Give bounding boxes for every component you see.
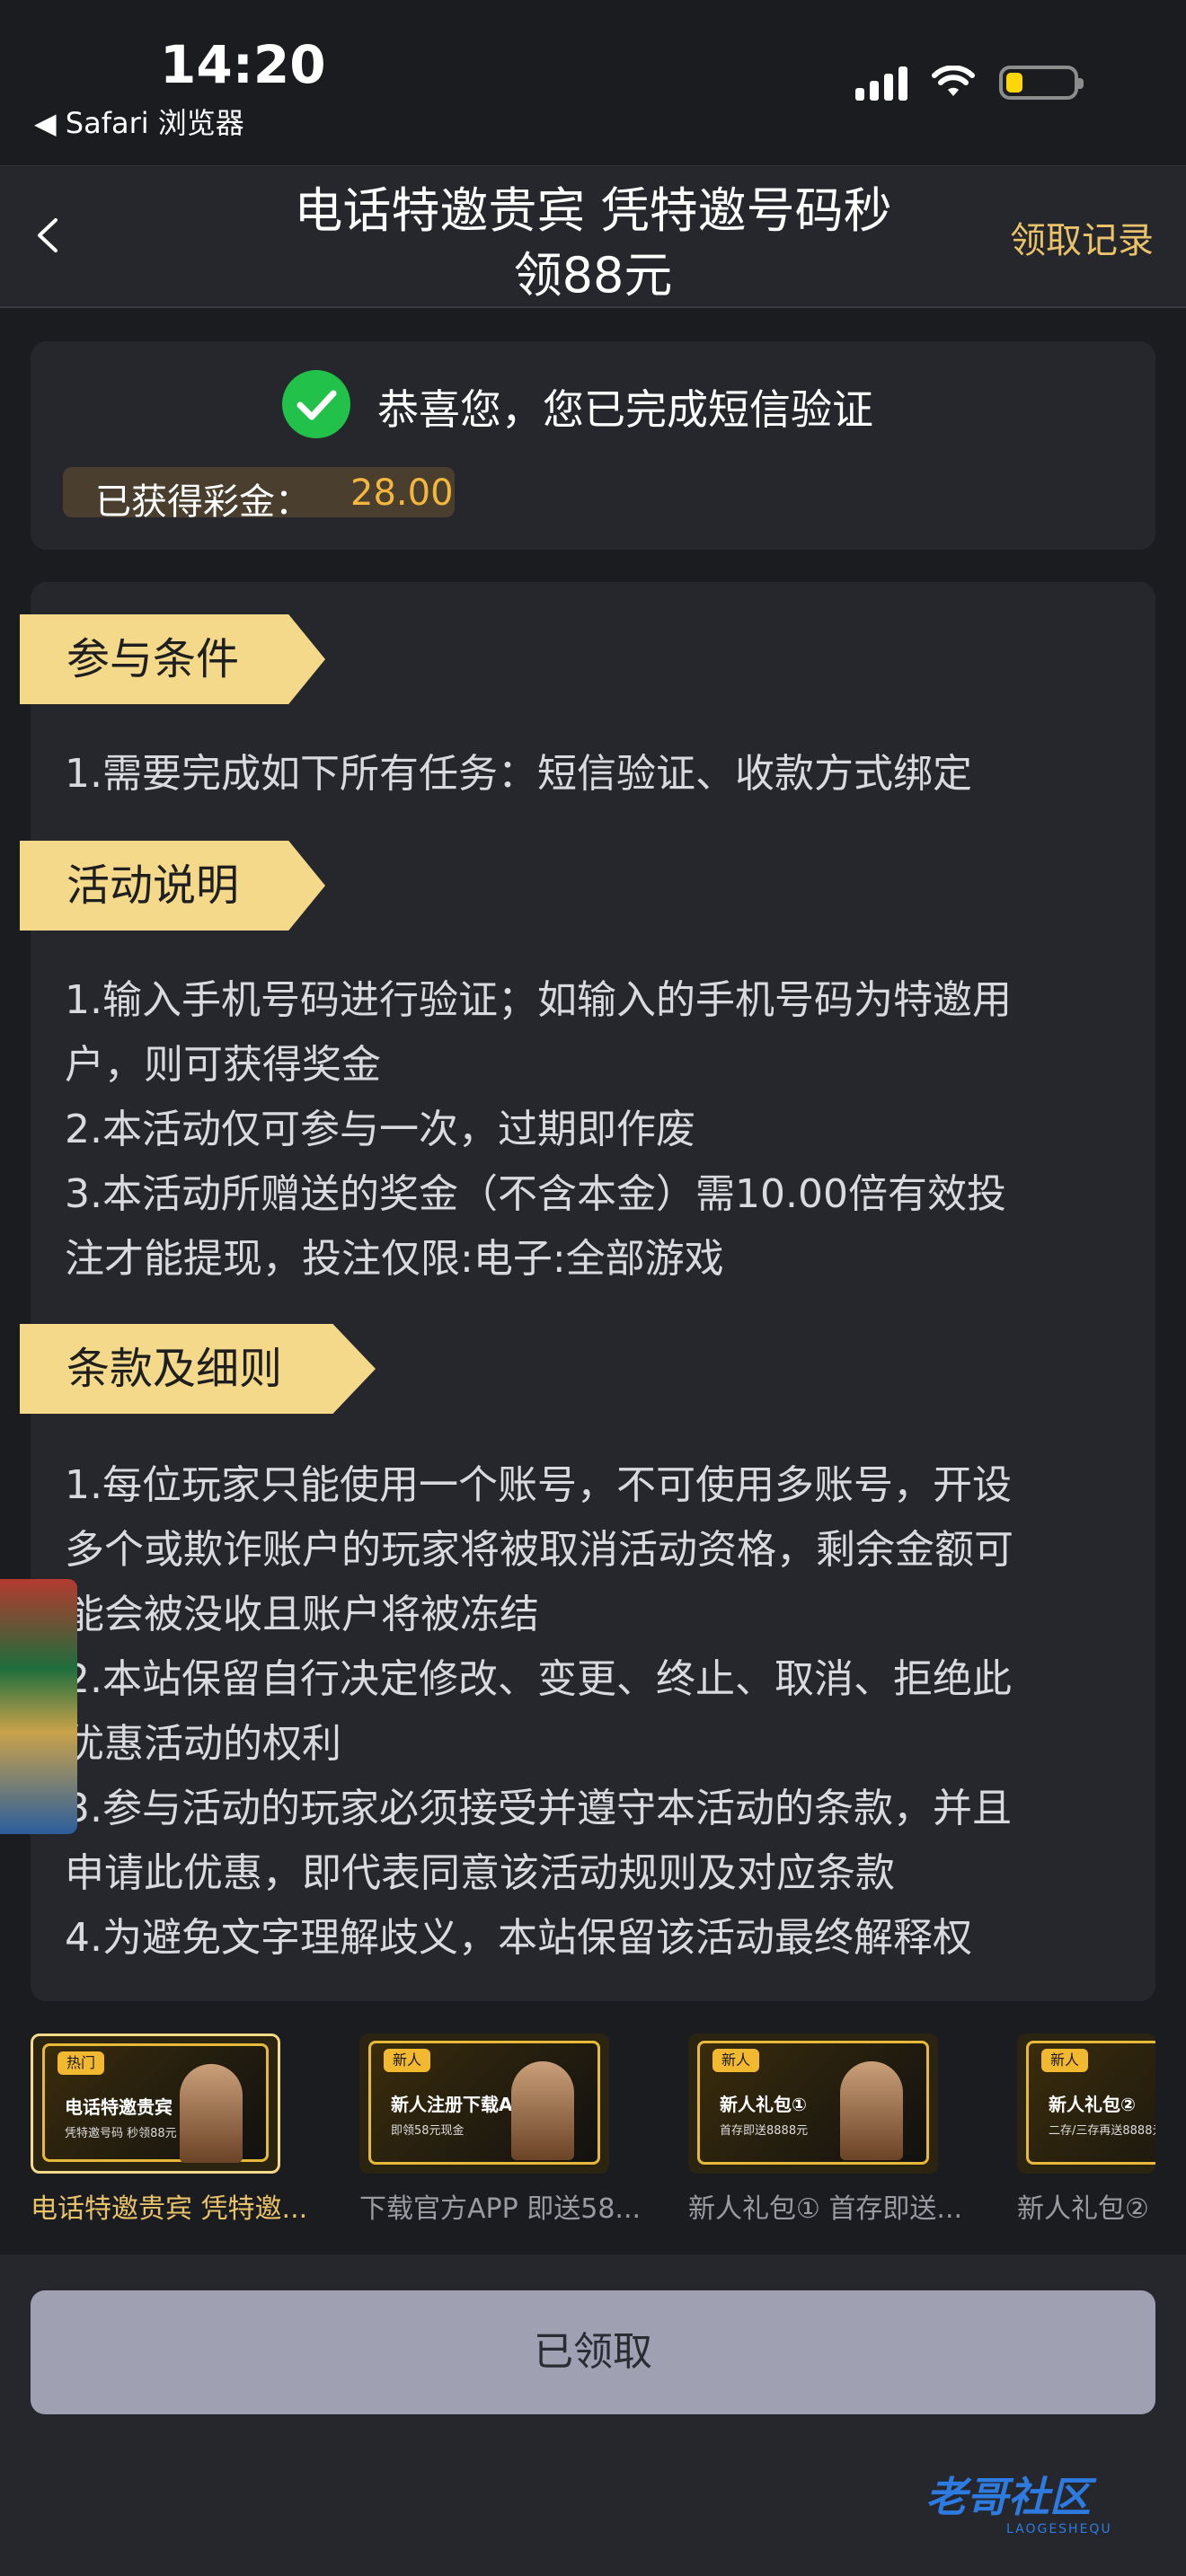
promo-card[interactable]: 新人 新人礼包① 首存即送8888元	[688, 2033, 938, 2174]
bonus-amount: 28.00	[350, 472, 454, 514]
nav-header: 电话特邀贵宾 凭特邀号码秒 领88元 领取记录	[0, 165, 1186, 308]
promo-caption[interactable]: 电话特邀贵宾 凭特邀...	[31, 2186, 327, 2226]
watermark-logo: 老哥社区	[925, 2473, 1091, 2521]
success-message: 恭喜您，您已完成短信验证	[377, 385, 873, 434]
promo-figure-image	[180, 2064, 243, 2163]
back-to-safari-link[interactable]: ◀ Safari 浏览器	[34, 101, 244, 142]
verification-success-card: 恭喜您，您已完成短信验证 已获得彩金： 28.00	[31, 341, 1155, 550]
floating-ad-image[interactable]	[0, 1579, 77, 1834]
claim-records-link[interactable]: 领取记录	[1010, 211, 1154, 263]
section-tag-description: 活动说明	[20, 841, 325, 931]
battery-icon	[999, 66, 1084, 100]
description-text: 1.输入手机号码进行验证；如输入的手机号码为特邀用 户，则可获得奖金 2.本活动…	[65, 977, 1012, 1282]
promo-card[interactable]: 热门 电话特邀贵宾 凭特邀号码 秒领88元	[31, 2033, 280, 2174]
promo-figure-image	[511, 2061, 574, 2160]
status-icons	[855, 65, 1084, 101]
promo-caption[interactable]: 新人礼包②	[1017, 2186, 1155, 2226]
bonus-badge: 已获得彩金： 28.00	[63, 467, 455, 523]
signal-icon	[855, 65, 907, 101]
check-icon	[282, 370, 350, 438]
bonus-label: 已获得彩金：	[95, 481, 311, 523]
terms-text: 1.每位玩家只能使用一个账号，不可使用多账号，开设 多个或欺诈账户的玩家将被取消…	[65, 1462, 1013, 1961]
promo-caption[interactable]: 下载官方APP 即送58...	[359, 2186, 656, 2226]
promo-caption[interactable]: 新人礼包① 首存即送...	[688, 2186, 985, 2226]
section-tag-terms: 条款及细则	[20, 1324, 376, 1414]
wifi-icon	[932, 66, 975, 96]
watermark-subtext: LAOGESHEQU	[1006, 2522, 1112, 2536]
conditions-text: 1.需要完成如下所有任务：短信验证、收款方式绑定	[65, 751, 972, 797]
promo-card[interactable]: 新人 新人礼包② 二存/三存再送8888元	[1017, 2033, 1155, 2174]
section-tag-conditions: 参与条件	[20, 614, 325, 704]
claimed-button[interactable]: 已领取	[31, 2290, 1155, 2414]
promo-card[interactable]: 新人 新人注册下载APP 即领58元现金	[359, 2033, 609, 2174]
promo-figure-image	[840, 2061, 903, 2160]
page-title: 电话特邀贵宾 凭特邀号码秒 领88元	[294, 182, 892, 304]
back-arrow-icon[interactable]	[27, 213, 72, 258]
status-time: 14:20	[160, 34, 326, 95]
